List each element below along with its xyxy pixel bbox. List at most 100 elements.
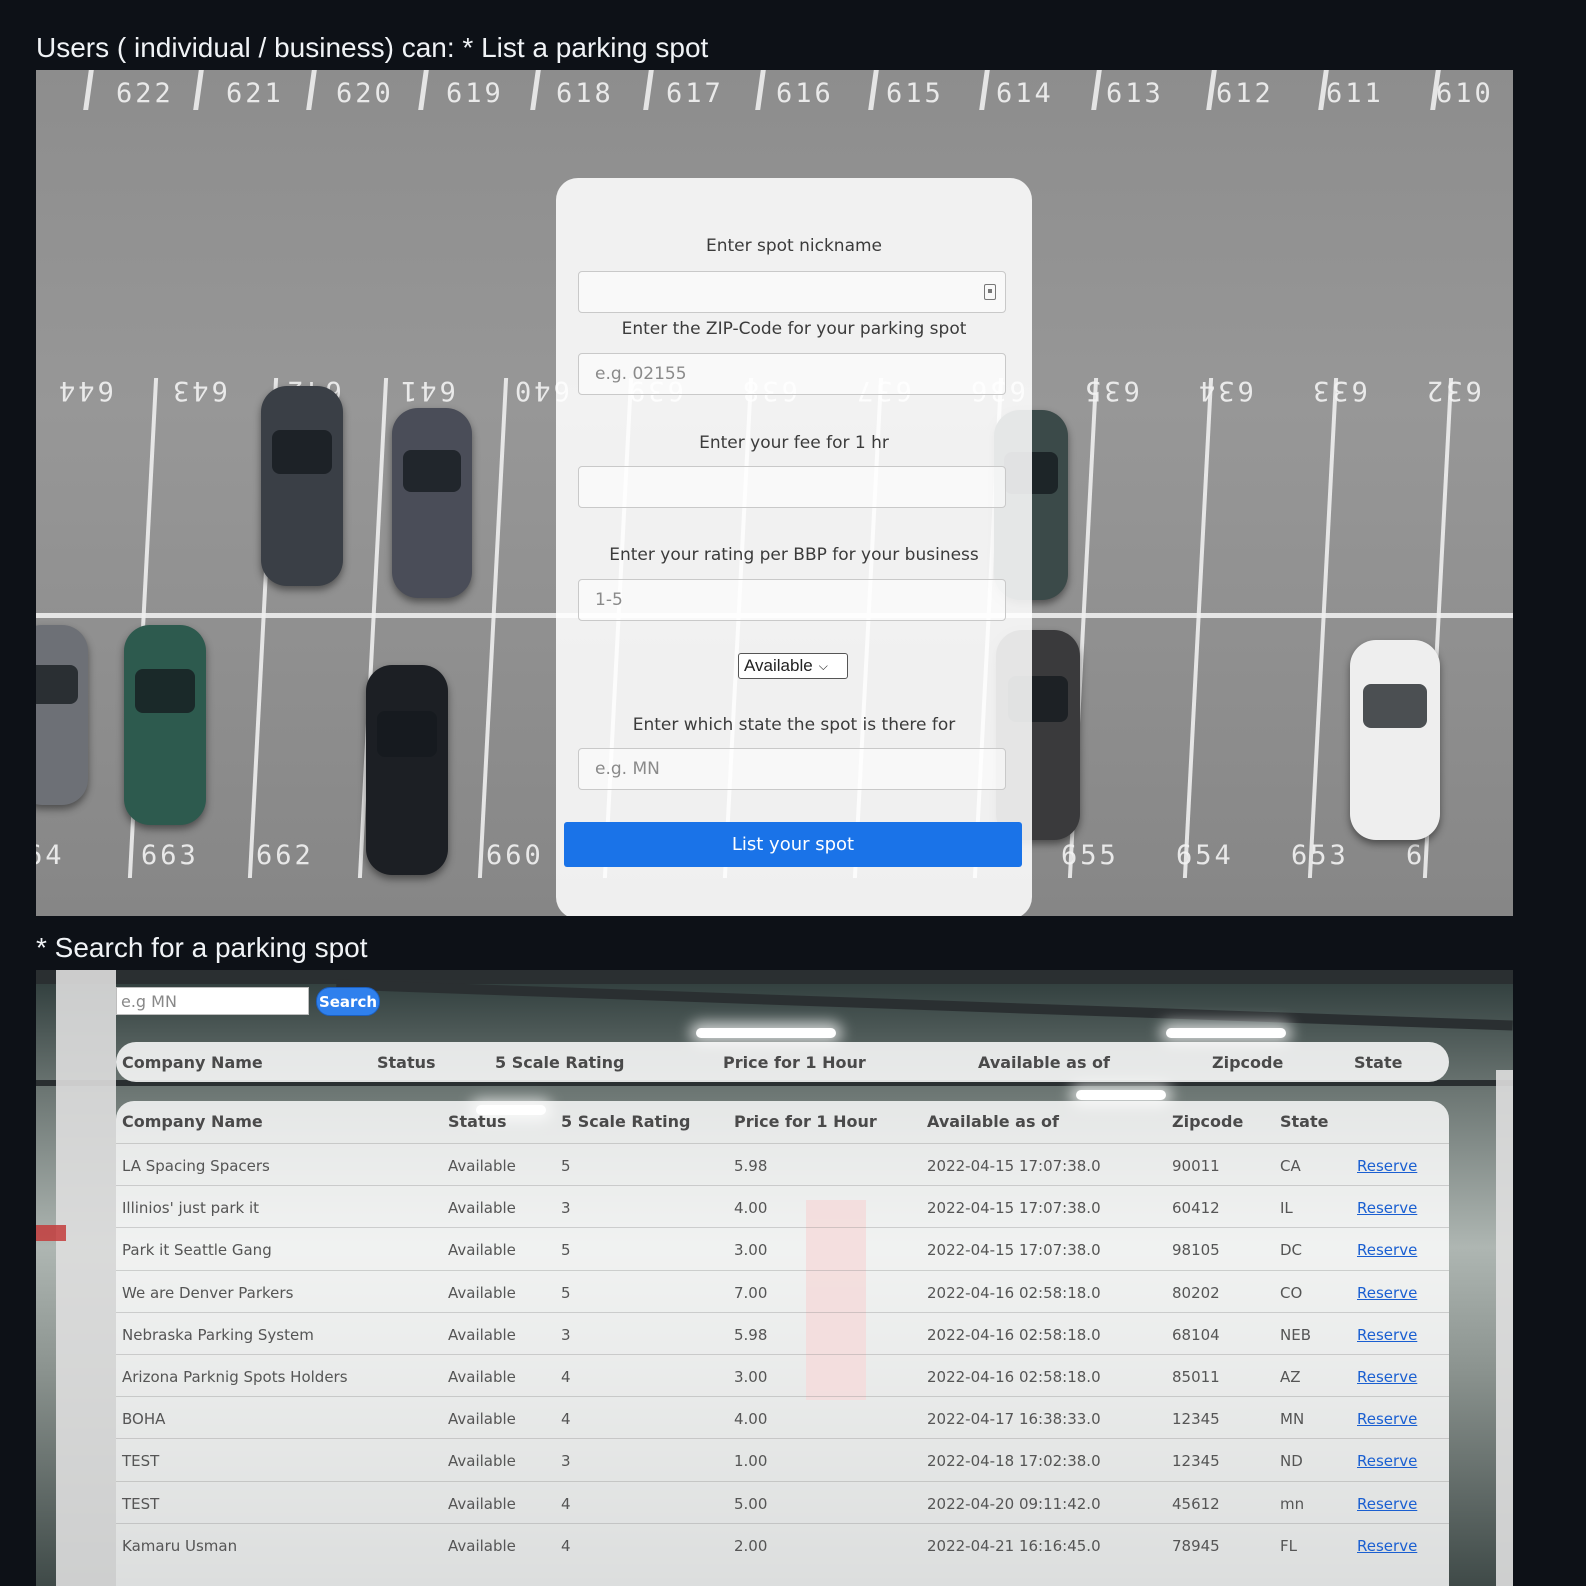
cell-price: 2.00 bbox=[734, 1536, 768, 1555]
col-price: Price for 1 Hour bbox=[734, 1112, 877, 1131]
lot-stripe bbox=[83, 70, 94, 110]
header-company: Company Name bbox=[122, 1053, 263, 1072]
spot-number: 622 bbox=[116, 78, 174, 109]
parked-car bbox=[366, 665, 448, 875]
cell-available: 2022-04-17 16:38:33.0 bbox=[927, 1410, 1101, 1429]
parked-car bbox=[36, 625, 88, 805]
cell-price: 1.00 bbox=[734, 1452, 768, 1471]
status-select[interactable]: Available ⌵ bbox=[738, 653, 848, 679]
reserve-link[interactable]: Reserve bbox=[1357, 1199, 1417, 1217]
table-row: Nebraska Parking System Available 3 5.98 202… bbox=[116, 1311, 1449, 1355]
fee-label: Enter your fee for 1 hr bbox=[699, 433, 889, 453]
cell-company: TEST bbox=[122, 1494, 160, 1513]
cell-rating: 4 bbox=[561, 1410, 571, 1429]
parking-garage-background: Search Company Name Status 5 Scale Ratin… bbox=[36, 970, 1513, 1586]
chevron-down-icon: ⌵ bbox=[818, 658, 828, 673]
nickname-input[interactable] bbox=[578, 271, 1006, 313]
spot-number: 633 bbox=[1310, 375, 1368, 406]
search-button[interactable]: Search bbox=[316, 987, 380, 1016]
lot-stripe bbox=[643, 70, 654, 110]
cell-rating: 3 bbox=[561, 1325, 571, 1344]
table-row: TEST Available 3 1.00 2022-04-18 17:02:38.0 1… bbox=[116, 1438, 1449, 1481]
cell-price: 3.00 bbox=[734, 1241, 768, 1260]
state-input[interactable] bbox=[578, 748, 1006, 790]
reserve-link[interactable]: Reserve bbox=[1357, 1241, 1417, 1259]
list-section-title: Users ( individual / business) can: * Li… bbox=[36, 32, 709, 63]
ceiling-light bbox=[1076, 1090, 1166, 1100]
lot-stripe bbox=[193, 70, 204, 110]
cell-state: MN bbox=[1280, 1410, 1305, 1429]
spot-number: 632 bbox=[1424, 375, 1482, 406]
reserve-link[interactable]: Reserve bbox=[1357, 1326, 1417, 1344]
spot-number: 653 bbox=[1291, 840, 1349, 871]
spot-number: 611 bbox=[1326, 78, 1384, 109]
cell-rating: 5 bbox=[561, 1283, 571, 1302]
reserve-link[interactable]: Reserve bbox=[1357, 1284, 1417, 1302]
spot-number: 663 bbox=[141, 840, 199, 871]
spot-number: 634 bbox=[1196, 375, 1254, 406]
cell-company: Nebraska Parking System bbox=[122, 1325, 314, 1344]
table-row: TEST Available 4 5.00 2022-04-20 09:11:42.0 4… bbox=[116, 1480, 1449, 1524]
spot-number: 620 bbox=[336, 78, 394, 109]
cell-rating: 3 bbox=[561, 1452, 571, 1471]
spot-number: 635 bbox=[1082, 375, 1140, 406]
cell-status: Available bbox=[448, 1241, 516, 1260]
cell-company: TEST bbox=[122, 1452, 160, 1471]
cell-company: Arizona Parknig Spots Holders bbox=[122, 1368, 348, 1386]
cell-price: 4.00 bbox=[734, 1410, 768, 1429]
parked-car bbox=[392, 408, 472, 598]
cell-zip: 78945 bbox=[1172, 1536, 1220, 1555]
header-rating: 5 Scale Rating bbox=[495, 1053, 625, 1072]
cell-status: Available bbox=[448, 1325, 516, 1344]
lot-stripe bbox=[979, 70, 990, 110]
cell-state: AZ bbox=[1280, 1368, 1301, 1386]
header-available: Available as of bbox=[978, 1053, 1111, 1072]
state-label: Enter which state the spot is there for bbox=[632, 715, 956, 735]
cell-rating: 4 bbox=[561, 1494, 571, 1513]
zip-input[interactable] bbox=[578, 353, 1006, 395]
table-row: We are Denver Parkers Available 5 7.00 2022-… bbox=[116, 1269, 1449, 1313]
cell-company: LA Spacing Spacers bbox=[122, 1157, 270, 1175]
spot-number: 612 bbox=[1216, 78, 1274, 109]
cell-available: 2022-04-15 17:07:38.0 bbox=[927, 1199, 1101, 1218]
fee-input[interactable] bbox=[578, 466, 1006, 508]
cell-available: 2022-04-16 02:58:18.0 bbox=[927, 1368, 1101, 1386]
cell-available: 2022-04-15 17:07:38.0 bbox=[927, 1241, 1101, 1260]
cell-available: 2022-04-20 09:11:42.0 bbox=[927, 1494, 1101, 1513]
spot-number: 655 bbox=[1061, 840, 1119, 871]
wall-marking bbox=[36, 1225, 66, 1241]
floating-column-header: Company Name Status 5 Scale Rating Price… bbox=[116, 1042, 1449, 1082]
lot-stripe bbox=[418, 70, 429, 110]
reserve-link[interactable]: Reserve bbox=[1357, 1368, 1417, 1386]
reserve-link[interactable]: Reserve bbox=[1357, 1410, 1417, 1428]
cell-zip: 68104 bbox=[1172, 1325, 1220, 1344]
list-spot-button[interactable]: List your spot bbox=[564, 822, 1022, 867]
reserve-link[interactable]: Reserve bbox=[1357, 1452, 1417, 1470]
spot-number: 641 bbox=[398, 375, 456, 406]
cell-state: ND bbox=[1280, 1452, 1303, 1471]
lot-stripe bbox=[755, 70, 766, 110]
lot-stripe bbox=[530, 70, 541, 110]
cell-rating: 5 bbox=[561, 1241, 571, 1260]
status-select-value: Available bbox=[744, 656, 813, 675]
cell-state: FL bbox=[1280, 1536, 1297, 1555]
spot-number: 618 bbox=[556, 78, 614, 109]
reserve-link[interactable]: Reserve bbox=[1357, 1157, 1417, 1175]
table-header-row: Company Name Status 5 Scale Rating Price… bbox=[116, 1101, 1449, 1143]
header-state: State bbox=[1354, 1053, 1403, 1072]
state-search-input[interactable] bbox=[116, 987, 309, 1015]
autofill-icon[interactable] bbox=[984, 284, 996, 300]
reserve-link[interactable]: Reserve bbox=[1357, 1495, 1417, 1513]
cell-zip: 85011 bbox=[1172, 1368, 1220, 1386]
search-section-title: * Search for a parking spot bbox=[36, 932, 368, 963]
cell-zip: 80202 bbox=[1172, 1283, 1220, 1302]
spot-number: 644 bbox=[56, 375, 114, 406]
cell-company: Illinios' just park it bbox=[122, 1199, 260, 1218]
lot-stripe bbox=[1182, 378, 1214, 878]
cell-state: DC bbox=[1280, 1241, 1303, 1260]
header-price: Price for 1 Hour bbox=[723, 1053, 866, 1072]
cell-status: Available bbox=[448, 1452, 516, 1471]
cell-price: 3.00 bbox=[734, 1368, 768, 1386]
rating-input[interactable] bbox=[578, 579, 1006, 621]
reserve-link[interactable]: Reserve bbox=[1357, 1537, 1417, 1555]
